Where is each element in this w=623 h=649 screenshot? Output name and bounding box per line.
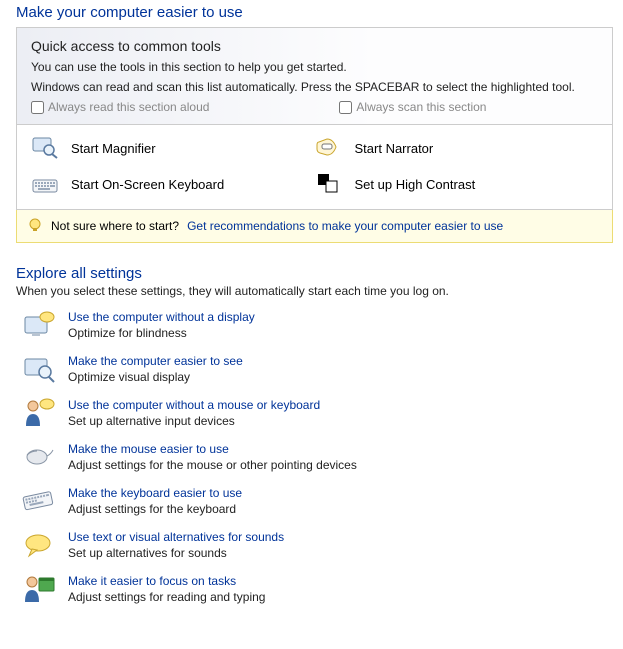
setting-mouse-easier: Make the mouse easier to use Adjust sett… [16,442,613,472]
setting-desc: Optimize visual display [68,370,190,384]
setting-desc: Optimize for blindness [68,326,187,340]
setting-sound-alternatives: Use text or visual alternatives for soun… [16,530,613,560]
setting-link[interactable]: Make the computer easier to see [68,354,243,368]
monitor-speech-icon [22,310,56,340]
quick-access-title: Quick access to common tools [31,38,598,54]
setting-link[interactable]: Use the computer without a display [68,310,255,324]
magnifier-icon [31,137,59,159]
tip-prefix: Not sure where to start? [51,219,179,233]
setting-link[interactable]: Make the mouse easier to use [68,442,357,456]
setting-desc: Adjust settings for reading and typing [68,590,265,604]
explore-subtitle: When you select these settings, they wil… [16,284,613,298]
tool-label: Start Magnifier [71,141,156,156]
tool-label: Start Narrator [355,141,434,156]
explore-title: Explore all settings [16,265,613,282]
always-read-label: Always read this section aloud [48,100,209,114]
mouse-icon [22,442,56,472]
start-osk-tool[interactable]: Start On-Screen Keyboard [31,173,315,195]
recommendations-link[interactable]: Get recommendations to make your compute… [187,219,503,233]
setting-desc: Set up alternatives for sounds [68,546,227,560]
setting-link[interactable]: Make it easier to focus on tasks [68,574,265,588]
start-narrator-tool[interactable]: Start Narrator [315,137,599,159]
narrator-icon [315,137,343,159]
setting-link[interactable]: Use the computer without a mouse or keyb… [68,398,320,412]
setting-link[interactable]: Make the keyboard easier to use [68,486,242,500]
setting-easier-to-see: Make the computer easier to see Optimize… [16,354,613,384]
setting-desc: Adjust settings for the keyboard [68,502,236,516]
setting-without-mouse-keyboard: Use the computer without a mouse or keyb… [16,398,613,428]
always-read-input[interactable] [31,101,44,114]
tool-label: Set up High Contrast [355,177,476,192]
quick-access-text-2: Windows can read and scan this list auto… [31,80,598,94]
page-title: Make your computer easier to use [16,4,613,21]
person-window-icon [22,574,56,604]
keyboard-tilt-icon [22,486,56,516]
tip-bar: Not sure where to start? Get recommendat… [16,210,613,243]
speech-bubble-icon [22,530,56,560]
always-scan-label: Always scan this section [356,100,486,114]
setting-keyboard-easier: Make the keyboard easier to use Adjust s… [16,486,613,516]
setting-without-display: Use the computer without a display Optim… [16,310,613,340]
setting-desc: Set up alternative input devices [68,414,235,428]
always-scan-input[interactable] [339,101,352,114]
monitor-magnifier-icon [22,354,56,384]
keyboard-icon [31,173,59,195]
always-scan-checkbox[interactable]: Always scan this section [339,100,486,114]
lightbulb-icon [27,218,43,234]
quick-access-text-1: You can use the tools in this section to… [31,60,598,74]
always-read-checkbox[interactable]: Always read this section aloud [31,100,209,114]
tool-label: Start On-Screen Keyboard [71,177,224,192]
quick-tools-grid: Start Magnifier Start Narrator [17,125,612,209]
quick-access-header: Quick access to common tools You can use… [17,28,612,125]
setting-desc: Adjust settings for the mouse or other p… [68,458,357,472]
setting-focus-tasks: Make it easier to focus on tasks Adjust … [16,574,613,604]
high-contrast-icon [315,173,343,195]
setting-link[interactable]: Use text or visual alternatives for soun… [68,530,284,544]
start-magnifier-tool[interactable]: Start Magnifier [31,137,315,159]
person-speech-icon [22,398,56,428]
quick-access-panel: Quick access to common tools You can use… [16,27,613,210]
high-contrast-tool[interactable]: Set up High Contrast [315,173,599,195]
